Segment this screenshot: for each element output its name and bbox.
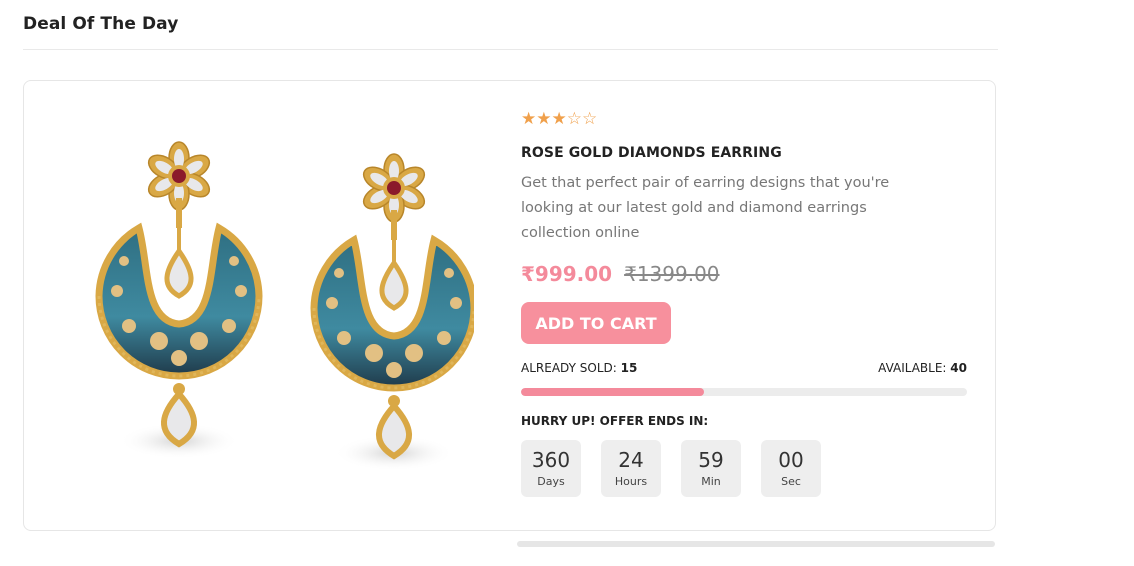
sold-progress-fill [521,388,704,396]
countdown-days-label: Days [537,475,565,488]
countdown-hours-value: 24 [618,448,644,472]
countdown-hours: 24 Hours [601,440,661,497]
deal-card: ★★★☆☆ ROSE GOLD DIAMONDS EARRING Get tha… [23,80,996,531]
countdown-hours-label: Hours [614,475,648,488]
countdown-minutes-label: Min [701,475,721,488]
countdown-minutes: 59 Min [681,440,741,497]
product-name[interactable]: ROSE GOLD DIAMONDS EARRING [521,145,971,161]
original-price: ₹1399.00 [624,262,720,286]
add-to-cart-button[interactable]: ADD TO CART [521,302,671,344]
sold-progress-track [521,388,967,396]
countdown-seconds-label: Sec [781,475,801,488]
price-row: ₹999.00 ₹1399.00 [521,262,971,292]
countdown-seconds: 00 Sec [761,440,821,497]
already-sold-value: 15 [620,361,638,375]
rating-stars: ★★★☆☆ [521,109,971,129]
carousel-scrollbar[interactable] [517,541,995,547]
countdown-heading: HURRY UP! OFFER ENDS IN: [521,414,709,428]
countdown-days-value: 360 [531,448,571,472]
already-sold-label: ALREADY SOLD: [521,361,617,375]
product-description: Get that perfect pair of earring designs… [521,175,890,241]
countdown-days: 360 Days [521,440,581,497]
available: AVAILABLE: 40 [878,361,967,375]
countdown-minutes-value: 59 [698,448,724,472]
section-title: Deal Of The Day [23,14,179,34]
available-value: 40 [950,361,967,375]
sale-price: ₹999.00 [521,262,613,286]
stock-row: ALREADY SOLD: 15 AVAILABLE: 40 [521,361,967,375]
already-sold: ALREADY SOLD: 15 [521,361,637,375]
countdown-seconds-value: 00 [778,448,804,472]
countdown-timer: 360 Days 24 Hours 59 Min 00 Sec [521,440,971,497]
title-divider [23,49,998,50]
product-image[interactable] [84,136,474,481]
rating-stars-text: ★★★☆☆ [521,109,598,129]
available-label: AVAILABLE: [878,361,947,375]
product-info: ★★★☆☆ ROSE GOLD DIAMONDS EARRING Get tha… [521,109,971,497]
